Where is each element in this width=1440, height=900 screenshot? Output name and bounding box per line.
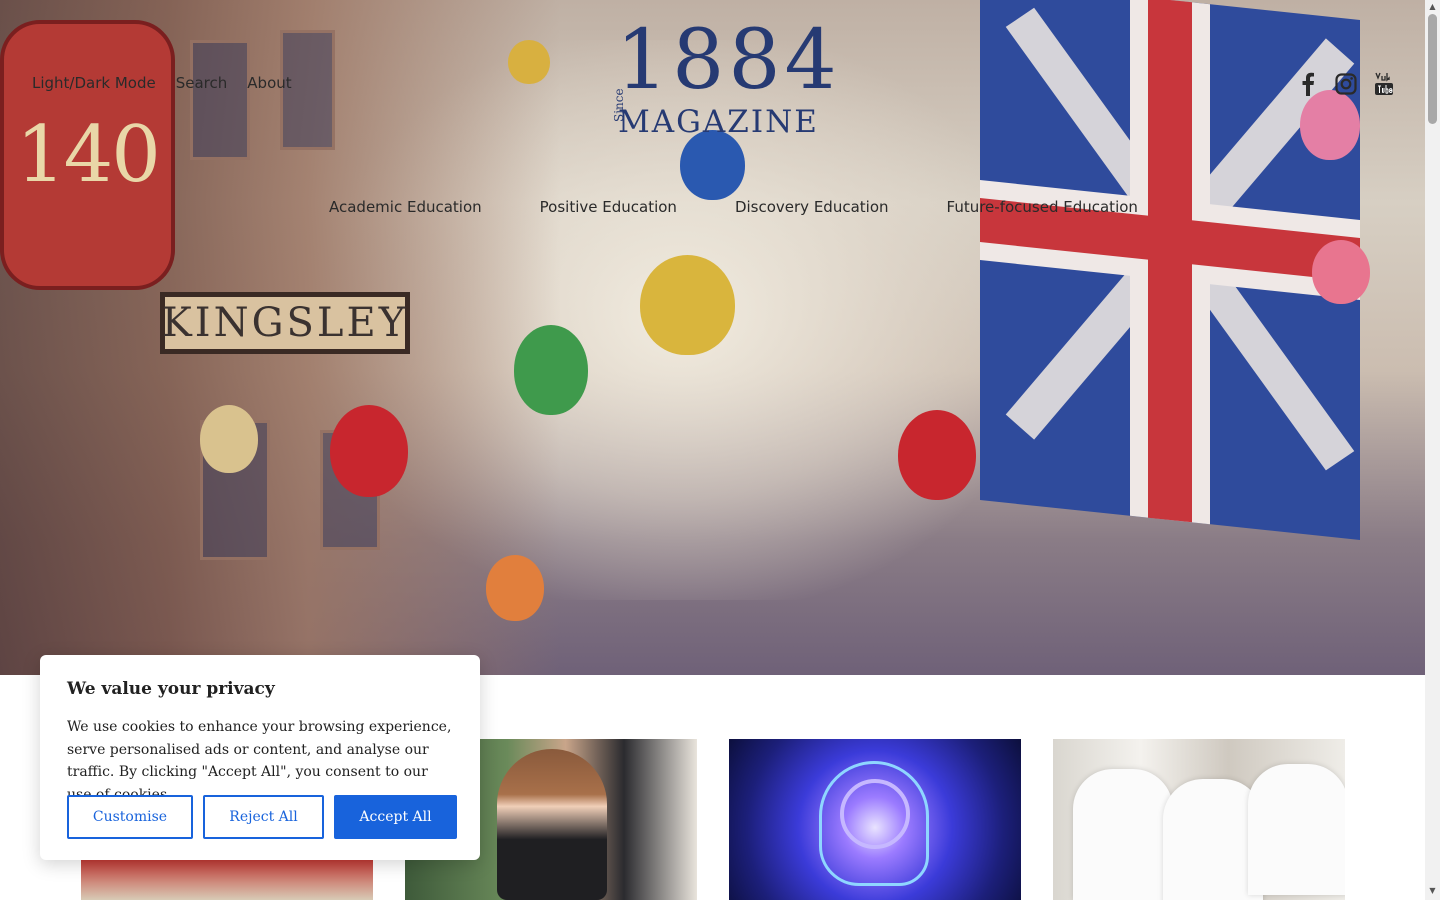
hero-sign-street-text: KINGSLEY: [161, 300, 409, 346]
youtube-icon[interactable]: [1372, 70, 1396, 98]
about-link[interactable]: About: [247, 74, 291, 92]
utility-nav: Light/Dark Mode Search About: [32, 74, 292, 92]
student-photo: [497, 749, 607, 900]
hero-sign-street: KINGSLEY: [160, 292, 410, 354]
nav-future-focused-education[interactable]: Future-focused Education: [947, 198, 1138, 216]
nav-positive-education[interactable]: Positive Education: [540, 198, 677, 216]
cookie-buttons: Customise Reject All Accept All: [67, 795, 457, 839]
article-card-image[interactable]: [729, 739, 1021, 900]
lab-coat-student: [1073, 769, 1173, 900]
light-dark-mode-link[interactable]: Light/Dark Mode: [32, 74, 156, 92]
balloon: [1300, 90, 1360, 160]
main-nav: Academic Education Positive Education Di…: [329, 198, 1138, 216]
scroll-up-arrow-icon[interactable]: ▲: [1428, 2, 1437, 11]
cookie-consent-banner: We value your privacy We use cookies to …: [40, 655, 480, 860]
logo-year: 1884: [616, 13, 841, 108]
scroll-down-arrow-icon[interactable]: ▼: [1428, 886, 1437, 895]
customise-button[interactable]: Customise: [67, 795, 193, 839]
facebook-icon[interactable]: [1296, 70, 1320, 98]
instagram-icon[interactable]: [1334, 70, 1358, 98]
nav-academic-education[interactable]: Academic Education: [329, 198, 482, 216]
cookie-body: We use cookies to enhance your browsing …: [67, 719, 452, 803]
logo-magazine: MAGAZINE: [618, 104, 819, 140]
article-card-image[interactable]: [1053, 739, 1345, 900]
nav-discovery-education[interactable]: Discovery Education: [735, 198, 889, 216]
scrollbar-thumb[interactable]: [1428, 14, 1437, 124]
ai-gear-graphic: [840, 779, 910, 849]
site-logo[interactable]: Since 1884 MAGAZINE: [610, 20, 837, 146]
balloon: [898, 410, 976, 500]
reject-all-button[interactable]: Reject All: [203, 795, 324, 839]
hero-window: [190, 40, 250, 160]
social-links: [1296, 70, 1396, 98]
balloon: [486, 555, 544, 621]
balloon: [508, 40, 550, 84]
hero-sign-number: 140: [0, 20, 175, 290]
balloon: [330, 405, 408, 497]
hero-sign-number-text: 140: [16, 110, 161, 200]
lab-coat-student: [1248, 764, 1345, 895]
page-scrollbar[interactable]: ▲ ▼: [1425, 0, 1440, 900]
balloon: [200, 405, 258, 473]
cookie-title: We value your privacy: [67, 679, 275, 699]
accept-all-button[interactable]: Accept All: [334, 795, 457, 839]
search-link[interactable]: Search: [176, 74, 228, 92]
balloon: [514, 325, 588, 415]
balloon: [640, 255, 735, 355]
balloon: [1312, 240, 1370, 304]
